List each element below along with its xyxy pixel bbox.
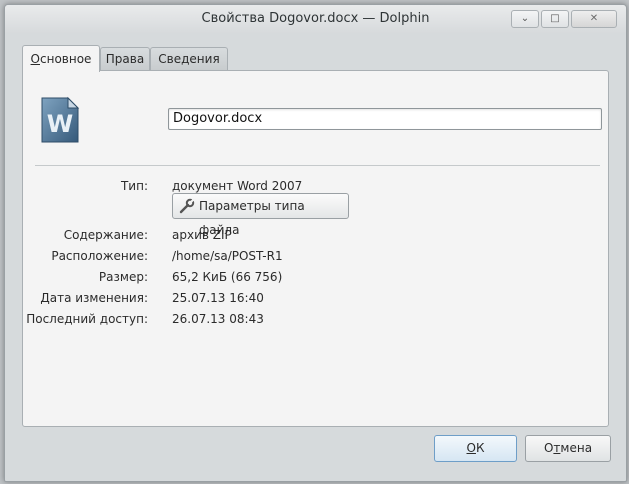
location-label: Расположение:: [51, 249, 148, 263]
cancel-label-end: мена: [560, 441, 593, 455]
size-label: Размер:: [98, 270, 148, 284]
properties-dialog: Свойства Dogovor.docx — Dolphin ⌄ □ ✕ Ос…: [4, 4, 627, 482]
minimize-button[interactable]: ⌄: [511, 10, 539, 28]
location-value: /home/sa/POST-R1: [172, 249, 283, 263]
word-document-icon: W: [41, 96, 80, 143]
location-row: Расположение: /home/sa/POST-R1: [23, 249, 608, 265]
ok-mnemonic: О: [466, 441, 476, 455]
svg-text:W: W: [47, 110, 73, 138]
title-bar[interactable]: Свойства Dogovor.docx — Dolphin ⌄ □ ✕: [5, 5, 626, 33]
cancel-label-start: О: [543, 441, 554, 455]
tab-general-mnemonic: О: [30, 52, 40, 66]
modified-row: Дата изменения: 25.07.13 16:40: [23, 291, 608, 307]
accessed-value: 26.07.13 08:43: [172, 312, 264, 326]
type-label: Тип:: [120, 179, 148, 193]
file-type-options-button[interactable]: Параметры типа файла: [172, 193, 349, 237]
type-value: документ Word 2007: [172, 179, 303, 193]
cancel-button[interactable]: Отмена: [525, 435, 611, 462]
contents-row: Содержание: архив ZIP: [23, 228, 608, 244]
maximize-button[interactable]: □: [541, 10, 569, 28]
close-button[interactable]: ✕: [571, 10, 617, 28]
contents-label: Содержание:: [63, 228, 148, 242]
close-icon: ✕: [589, 13, 599, 24]
modified-value: 25.07.13 16:40: [172, 291, 264, 305]
ok-button[interactable]: ОК: [434, 435, 517, 462]
tab-details[interactable]: Сведения: [150, 47, 228, 70]
maximize-icon: □: [550, 13, 560, 24]
accessed-label: Последний доступ:: [26, 312, 148, 326]
general-panel: W Dogovor.docx Тип: документ Word 2007 П…: [22, 70, 609, 427]
tab-permissions[interactable]: Права: [100, 47, 150, 70]
accessed-row: Последний доступ: 26.07.13 08:43: [23, 312, 608, 328]
tab-general[interactable]: Основное: [22, 45, 100, 72]
modified-label: Дата изменения:: [40, 291, 148, 305]
minimize-icon: ⌄: [520, 13, 530, 24]
divider: [35, 165, 600, 166]
size-row: Размер: 65,2 КиБ (66 756): [23, 270, 608, 286]
file-name-input[interactable]: Dogovor.docx: [168, 108, 602, 130]
contents-value: архив ZIP: [172, 228, 232, 242]
wrench-icon: [179, 198, 195, 214]
tab-general-label: сновное: [40, 52, 92, 66]
size-value: 65,2 КиБ (66 756): [172, 270, 283, 284]
ok-label: К: [475, 441, 485, 455]
